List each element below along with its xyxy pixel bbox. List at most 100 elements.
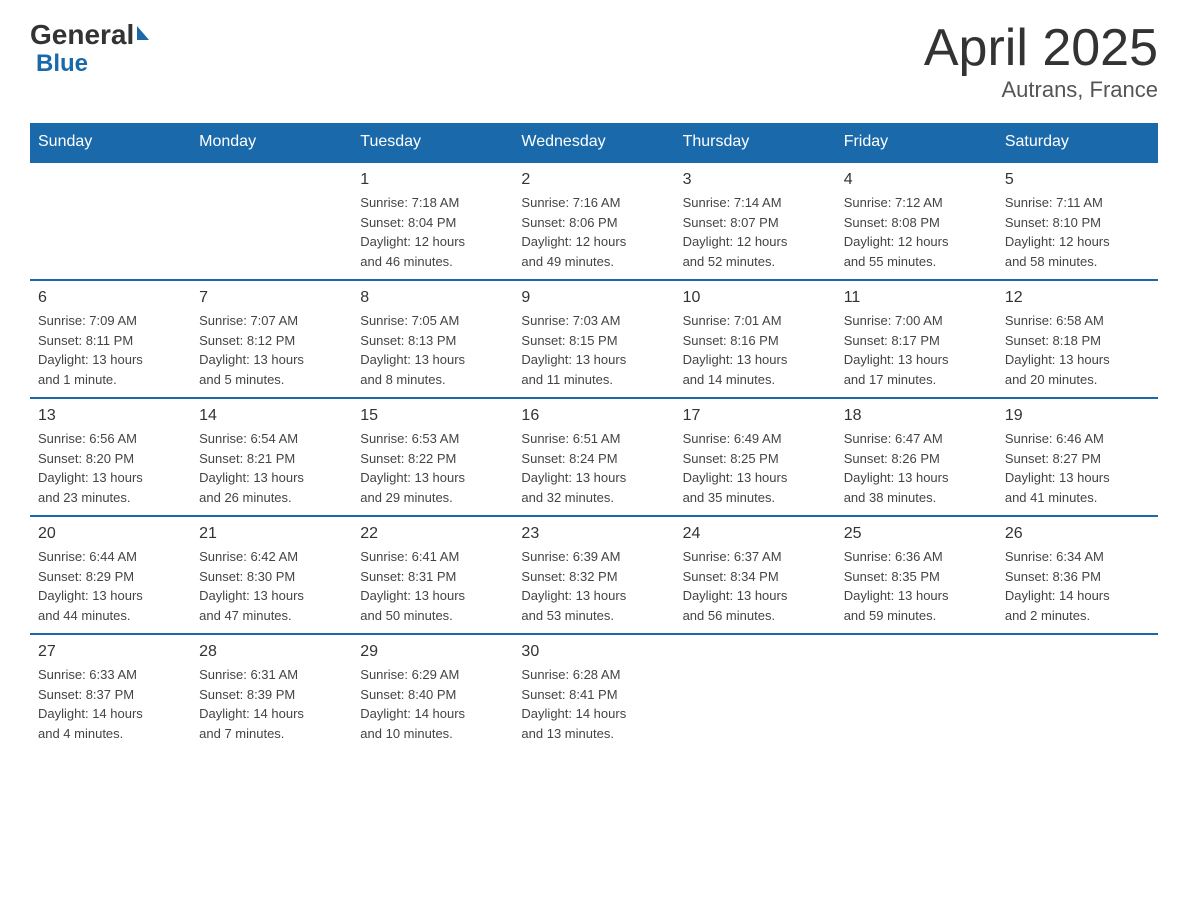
table-row [675,634,836,751]
day-info: Sunrise: 7:09 AMSunset: 8:11 PMDaylight:… [38,311,183,389]
day-info: Sunrise: 7:01 AMSunset: 8:16 PMDaylight:… [683,311,828,389]
day-info: Sunrise: 6:56 AMSunset: 8:20 PMDaylight:… [38,429,183,507]
table-row: 23Sunrise: 6:39 AMSunset: 8:32 PMDayligh… [513,516,674,634]
calendar-week-row: 20 Sunrise: 6:44 AMSunset: 8:29 PMDayligh… [30,516,1158,634]
day-info: Sunrise: 6:44 AMSunset: 8:29 PMDaylight:… [38,547,183,625]
logo-blue-text: Blue [30,51,149,77]
header-tuesday: Tuesday [352,123,513,162]
table-row: 11Sunrise: 7:00 AMSunset: 8:17 PMDayligh… [836,280,997,398]
day-number: 17 [683,407,828,425]
day-number: 8 [360,289,505,307]
day-number: 6 [38,289,183,307]
day-info: Sunrise: 6:58 AMSunset: 8:18 PMDaylight:… [1005,311,1150,389]
day-info: Sunrise: 6:28 AMSunset: 8:41 PMDaylight:… [521,665,666,743]
day-info: Sunrise: 6:36 AMSunset: 8:35 PMDaylight:… [844,547,989,625]
page-title: April 2025 [924,20,1158,77]
day-info: Sunrise: 7:03 AMSunset: 8:15 PMDaylight:… [521,311,666,389]
day-number: 1 [360,171,505,189]
header-friday: Friday [836,123,997,162]
day-info: Sunrise: 7:05 AMSunset: 8:13 PMDaylight:… [360,311,505,389]
table-row: 15 Sunrise: 6:53 AMSunset: 8:22 PMDayligh… [352,398,513,516]
table-row: 1 Sunrise: 7:18 AMSunset: 8:04 PMDaylight… [352,162,513,280]
day-info: Sunrise: 6:53 AMSunset: 8:22 PMDaylight:… [360,429,505,507]
table-row: 12 Sunrise: 6:58 AMSunset: 8:18 PMDayligh… [997,280,1158,398]
header-thursday: Thursday [675,123,836,162]
day-info: Sunrise: 6:41 AMSunset: 8:31 PMDaylight:… [360,547,505,625]
day-number: 9 [521,289,666,307]
calendar-week-row: 13 Sunrise: 6:56 AMSunset: 8:20 PMDayligh… [30,398,1158,516]
day-info: Sunrise: 7:16 AMSunset: 8:06 PMDaylight:… [521,193,666,271]
logo: General Blue [30,20,149,77]
day-info: Sunrise: 6:51 AMSunset: 8:24 PMDaylight:… [521,429,666,507]
day-number: 15 [360,407,505,425]
day-number: 5 [1005,171,1150,189]
table-row [30,162,191,280]
calendar-week-row: 1 Sunrise: 7:18 AMSunset: 8:04 PMDaylight… [30,162,1158,280]
calendar-header-row: Sunday Monday Tuesday Wednesday Thursday… [30,123,1158,162]
table-row [997,634,1158,751]
table-row: 20 Sunrise: 6:44 AMSunset: 8:29 PMDayligh… [30,516,191,634]
day-number: 2 [521,171,666,189]
day-number: 27 [38,643,183,661]
day-number: 12 [1005,289,1150,307]
day-number: 23 [521,525,666,543]
table-row: 4 Sunrise: 7:12 AMSunset: 8:08 PMDaylight… [836,162,997,280]
day-number: 7 [199,289,344,307]
day-number: 28 [199,643,344,661]
day-info: Sunrise: 7:12 AMSunset: 8:08 PMDaylight:… [844,193,989,271]
day-number: 3 [683,171,828,189]
calendar-table: Sunday Monday Tuesday Wednesday Thursday… [30,123,1158,751]
day-number: 30 [521,643,666,661]
table-row: 29 Sunrise: 6:29 AMSunset: 8:40 PMDayligh… [352,634,513,751]
table-row [191,162,352,280]
table-row: 26Sunrise: 6:34 AMSunset: 8:36 PMDayligh… [997,516,1158,634]
day-number: 19 [1005,407,1150,425]
table-row: 14Sunrise: 6:54 AMSunset: 8:21 PMDayligh… [191,398,352,516]
day-info: Sunrise: 6:46 AMSunset: 8:27 PMDaylight:… [1005,429,1150,507]
day-number: 13 [38,407,183,425]
day-info: Sunrise: 7:11 AMSunset: 8:10 PMDaylight:… [1005,193,1150,271]
day-number: 4 [844,171,989,189]
day-number: 16 [521,407,666,425]
day-info: Sunrise: 6:31 AMSunset: 8:39 PMDaylight:… [199,665,344,743]
day-info: Sunrise: 7:18 AMSunset: 8:04 PMDaylight:… [360,193,505,271]
table-row: 28 Sunrise: 6:31 AMSunset: 8:39 PMDayligh… [191,634,352,751]
header-monday: Monday [191,123,352,162]
table-row: 13 Sunrise: 6:56 AMSunset: 8:20 PMDayligh… [30,398,191,516]
table-row: 7 Sunrise: 7:07 AMSunset: 8:12 PMDaylight… [191,280,352,398]
day-info: Sunrise: 6:29 AMSunset: 8:40 PMDaylight:… [360,665,505,743]
day-number: 21 [199,525,344,543]
table-row: 25 Sunrise: 6:36 AMSunset: 8:35 PMDayligh… [836,516,997,634]
table-row: 17 Sunrise: 6:49 AMSunset: 8:25 PMDayligh… [675,398,836,516]
day-number: 11 [844,289,989,307]
title-block: April 2025 Autrans, France [924,20,1158,103]
day-number: 14 [199,407,344,425]
table-row: 8 Sunrise: 7:05 AMSunset: 8:13 PMDaylight… [352,280,513,398]
day-info: Sunrise: 7:07 AMSunset: 8:12 PMDaylight:… [199,311,344,389]
day-number: 10 [683,289,828,307]
calendar-week-row: 27 Sunrise: 6:33 AMSunset: 8:37 PMDayligh… [30,634,1158,751]
header-saturday: Saturday [997,123,1158,162]
table-row: 10 Sunrise: 7:01 AMSunset: 8:16 PMDayligh… [675,280,836,398]
table-row: 24Sunrise: 6:37 AMSunset: 8:34 PMDayligh… [675,516,836,634]
day-info: Sunrise: 6:34 AMSunset: 8:36 PMDaylight:… [1005,547,1150,625]
table-row: 6 Sunrise: 7:09 AMSunset: 8:11 PMDaylight… [30,280,191,398]
day-info: Sunrise: 6:47 AMSunset: 8:26 PMDaylight:… [844,429,989,507]
table-row: 3Sunrise: 7:14 AMSunset: 8:07 PMDaylight… [675,162,836,280]
page-subtitle: Autrans, France [924,77,1158,103]
table-row: 9 Sunrise: 7:03 AMSunset: 8:15 PMDaylight… [513,280,674,398]
day-info: Sunrise: 6:33 AMSunset: 8:37 PMDaylight:… [38,665,183,743]
day-number: 22 [360,525,505,543]
logo-arrow-icon [137,26,149,40]
logo-general-text: General [30,20,134,51]
day-number: 20 [38,525,183,543]
day-number: 29 [360,643,505,661]
day-number: 25 [844,525,989,543]
table-row: 19 Sunrise: 6:46 AMSunset: 8:27 PMDayligh… [997,398,1158,516]
header-sunday: Sunday [30,123,191,162]
day-number: 24 [683,525,828,543]
day-info: Sunrise: 6:42 AMSunset: 8:30 PMDaylight:… [199,547,344,625]
day-info: Sunrise: 6:49 AMSunset: 8:25 PMDaylight:… [683,429,828,507]
page-header: General Blue April 2025 Autrans, France [30,20,1158,103]
table-row: 2 Sunrise: 7:16 AMSunset: 8:06 PMDaylight… [513,162,674,280]
